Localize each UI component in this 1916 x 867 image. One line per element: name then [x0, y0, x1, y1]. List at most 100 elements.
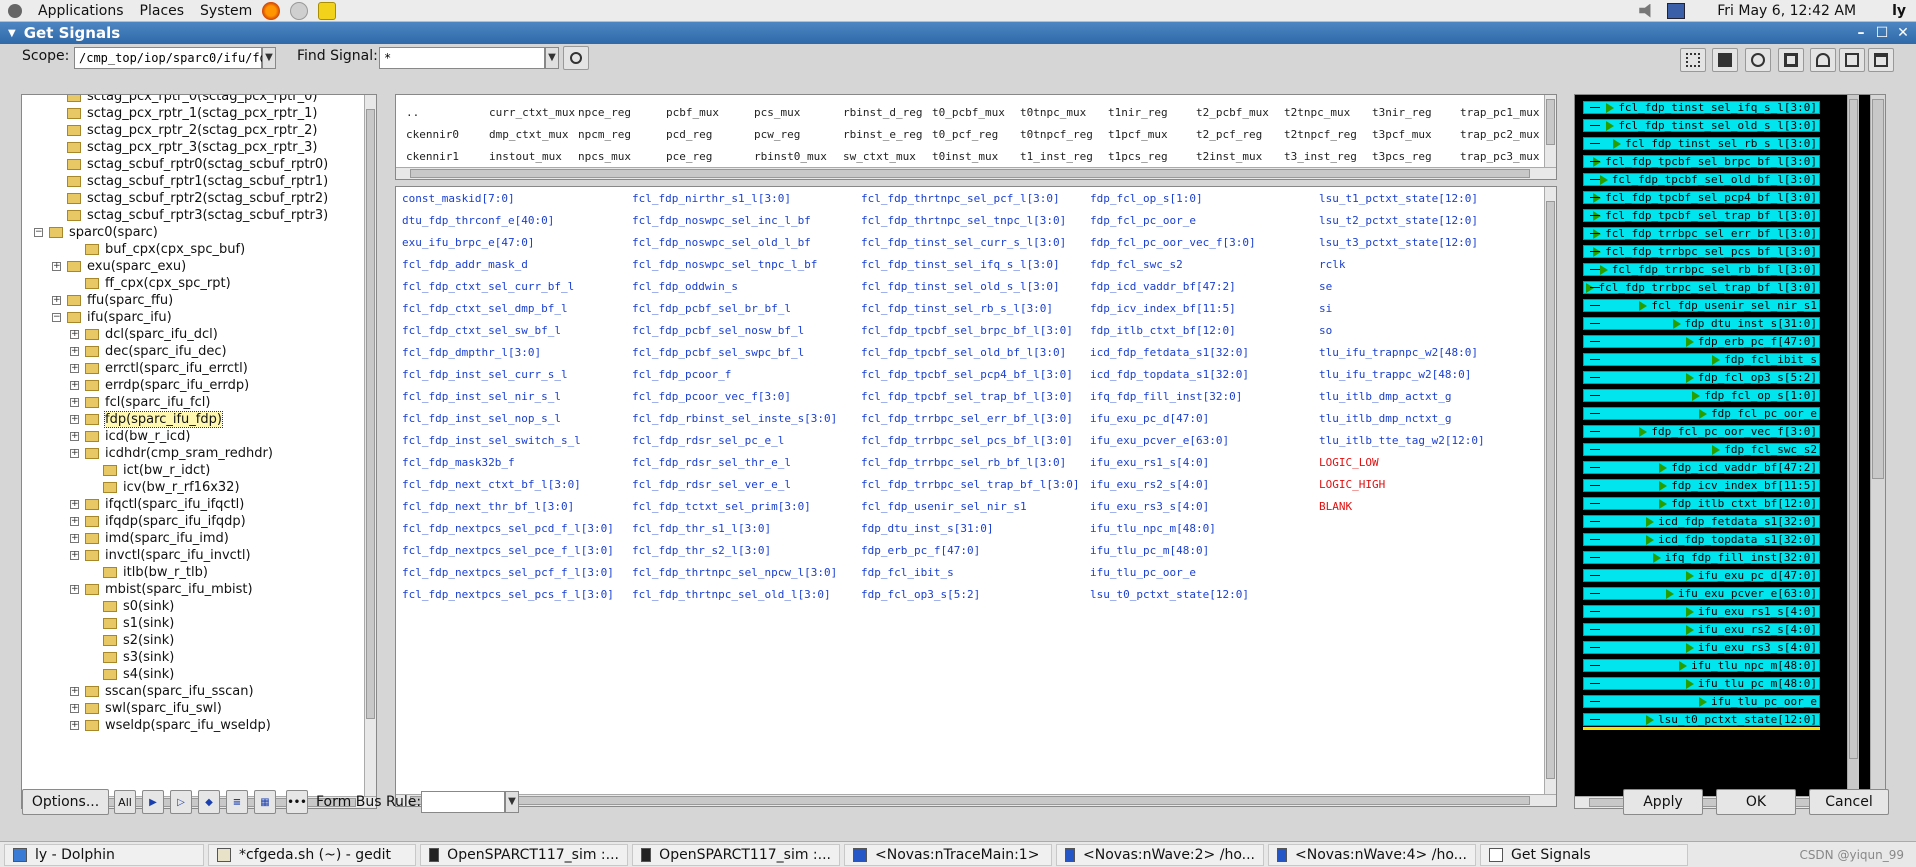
signal-item[interactable]: tlu_itlb_dmp_nctxt_g [1319, 412, 1451, 425]
tree-node-label[interactable]: errctl(sparc_ifu_errctl) [105, 361, 248, 376]
menu-places[interactable]: Places [140, 3, 185, 19]
instance-item[interactable]: trap_pc1_mux [1460, 106, 1539, 119]
hierarchy-tree[interactable]: sctag_pcx_rptr_0(sctag_pcx_rptr_0) sctag_… [21, 94, 377, 809]
signal-item[interactable]: fcl_fdp_noswpc_sel_inc_l_bf [632, 214, 811, 227]
signal-item[interactable]: ifu_tlu_pc_oor_e [1090, 566, 1196, 579]
instance-item[interactable]: sw_ctxt_mux [843, 150, 916, 163]
signal-item[interactable]: fcl_fdp_ctxt_sel_sw_bf_l [402, 324, 561, 337]
signal-item[interactable]: fcl_fdp_nextpcs_sel_pce_f_l[3:0] [402, 544, 614, 557]
instance-item[interactable]: t2tnpc_mux [1284, 106, 1350, 119]
instance-vscroll-thumb[interactable] [1546, 99, 1555, 145]
instance-item[interactable]: npce_reg [578, 106, 631, 119]
gnome-foot-icon[interactable] [8, 3, 22, 18]
selected-signal-row[interactable]: fcl_fdp_trrbpc_sel_err_bf_l[3:0] [1583, 227, 1820, 240]
network-status-icon[interactable] [1667, 2, 1686, 19]
tree-node-label[interactable]: fdp(sparc_ifu_fdp) [104, 411, 223, 428]
network-icon[interactable] [290, 1, 309, 20]
signal-item[interactable]: ifu_exu_pcver_e[63:0] [1090, 434, 1229, 447]
find-button[interactable] [563, 46, 589, 70]
signal-item[interactable]: fcl_fdp_nextpcs_sel_pcd_f_l[3:0] [402, 522, 614, 535]
signal-item[interactable]: fcl_fdp_rbinst_sel_inste_s[3:0] [632, 412, 837, 425]
tree-node-label[interactable]: mbist(sparc_ifu_mbist) [105, 582, 253, 597]
toolbar-button-3[interactable] [1745, 48, 1771, 72]
tree-node[interactable]: + errdp(sparc_ifu_errdp) [70, 377, 249, 394]
taskbar-item[interactable]: OpenSPARCT117_sim :... [632, 843, 840, 866]
expand-icon[interactable]: + [70, 500, 79, 509]
firefox-icon[interactable] [262, 1, 281, 20]
tree-node[interactable]: + ifqdp(sparc_ifu_ifqdp) [70, 513, 246, 530]
selected-signal-row[interactable]: fdp_fcl_op3_s[5:2] [1583, 371, 1820, 384]
selected-signal-row[interactable]: ifu_tlu_pc_oor_e [1583, 695, 1820, 708]
selected-signal-row[interactable]: fdp_erb_pc_f[47:0] [1583, 335, 1820, 348]
selected-signal-row[interactable]: fcl_fdp_trrbpc_sel_pcs_bf_l[3:0] [1583, 245, 1820, 258]
instance-hscroll-thumb[interactable] [410, 169, 1530, 178]
signal-item[interactable]: fcl_fdp_trrbpc_sel_trap_bf_l[3:0] [861, 478, 1080, 491]
expand-icon[interactable]: + [70, 415, 79, 424]
expand-icon[interactable]: + [70, 551, 79, 560]
selected-signal-row[interactable]: fdp_fcl_op_s[1:0] [1583, 389, 1820, 402]
expand-icon[interactable]: + [70, 381, 79, 390]
tree-node[interactable]: s0(sink) [88, 598, 174, 615]
signal-item[interactable]: ifu_exu_pc_d[47:0] [1090, 412, 1209, 425]
selected-signal-row[interactable]: fcl_fdp_tpcbf_sel_brpc_bf_l[3:0] [1583, 155, 1820, 168]
instance-item[interactable]: t1nir_reg [1108, 106, 1168, 119]
selected-signal-row[interactable]: fcl_fdp_tinst_sel_ifq_s_l[3:0] [1583, 101, 1820, 114]
all-button[interactable]: All [114, 790, 136, 814]
signal-item[interactable]: fcl_fdp_tinst_sel_ifq_s_l[3:0] [861, 258, 1060, 271]
taskbar-item[interactable]: <Novas:nWave:4> /ho... [1268, 843, 1476, 866]
selected-signal-row[interactable]: ifu_exu_rs2_s[4:0] [1583, 623, 1820, 636]
instance-item[interactable]: t2_pcbf_mux [1196, 106, 1269, 119]
signal-item[interactable]: fcl_fdp_thr_s2_l[3:0] [632, 544, 771, 557]
tree-node-label[interactable]: sctag_pcx_rptr_3(sctag_pcx_rptr_3) [87, 140, 317, 155]
toolbar-button-4[interactable] [1778, 48, 1804, 72]
taskbar-item[interactable]: <Novas:nWave:2> /ho... [1056, 843, 1264, 866]
signal-item[interactable]: LOGIC_HIGH [1319, 478, 1385, 491]
tree-node[interactable]: + ifqctl(sparc_ifu_ifqctl) [70, 496, 244, 513]
preview-vertical-scrollbar[interactable] [1847, 95, 1859, 798]
tree-node-label[interactable]: invctl(sparc_ifu_invctl) [105, 548, 251, 563]
menu-system[interactable]: System [200, 3, 252, 19]
selected-signal-row[interactable]: icd_fdp_topdata_s1[32:0] [1583, 533, 1820, 546]
tree-node-label[interactable]: ffu(sparc_ffu) [87, 293, 173, 308]
signal-item[interactable]: fcl_fdp_ctxt_sel_curr_bf_l [402, 280, 574, 293]
tree-node[interactable]: sctag_scbuf_rptr3(sctag_scbuf_rptr3) [52, 207, 328, 224]
tree-node[interactable]: + fcl(sparc_ifu_fcl) [70, 394, 210, 411]
tree-node[interactable]: + dec(sparc_ifu_dec) [70, 343, 227, 360]
selected-signal-row[interactable]: icd_fdp_fetdata_s1[32:0] [1583, 515, 1820, 528]
tree-node-label[interactable]: ff_cpx(cpx_spc_rpt) [105, 276, 231, 291]
selected-signal-row[interactable]: fdp_fcl_swc_s2 [1583, 443, 1820, 456]
tree-node-label[interactable]: ifqdp(sparc_ifu_ifqdp) [105, 514, 246, 529]
instance-item[interactable]: t3nir_reg [1372, 106, 1432, 119]
signal-item[interactable]: fcl_fdp_trrbpc_sel_rb_bf_l[3:0] [861, 456, 1066, 469]
taskbar-item[interactable]: <Novas:nTraceMain:1> [844, 843, 1052, 866]
instance-item[interactable]: trap_pc3_mux [1460, 150, 1539, 163]
signal-item[interactable]: fcl_fdp_tpcbf_sel_old_bf_l[3:0] [861, 346, 1066, 359]
signal-item[interactable]: tlu_ifu_trappc_w2[48:0] [1319, 368, 1471, 381]
signal-vertical-scrollbar[interactable] [1544, 187, 1556, 796]
instance-item[interactable]: pcs_mux [754, 106, 800, 119]
output-port-button[interactable]: ▷ [170, 790, 192, 814]
instance-vertical-scrollbar[interactable] [1544, 95, 1556, 169]
signal-item[interactable]: fdp_fcl_pc_oor_vec_f[3:0] [1090, 236, 1256, 249]
tree-node-label[interactable]: buf_cpx(cpx_spc_buf) [105, 242, 245, 257]
selected-signal-row[interactable]: fcl_fdp_trrbpc_sel_trap_bf_l[3:0] [1583, 281, 1820, 294]
signal-item[interactable]: fcl_fdp_pcbf_sel_nosw_bf_l [632, 324, 804, 337]
preview-outer-scrollbar[interactable] [1870, 95, 1885, 808]
notes-icon[interactable] [318, 1, 337, 20]
signal-item[interactable]: fcl_fdp_pcoor_vec_f[3:0] [632, 390, 791, 403]
signal-item[interactable]: fcl_fdp_addr_mask_d [402, 258, 528, 271]
tree-node-label[interactable]: icv(bw_r_rf16x32) [123, 480, 240, 495]
tree-node[interactable]: + swl(sparc_ifu_swl) [70, 700, 222, 717]
signal-item[interactable]: fcl_fdp_rdsr_sel_thr_e_l [632, 456, 791, 469]
selected-signal-row[interactable]: fcl_fdp_tpcbf_sel_trap_bf_l[3:0] [1583, 209, 1820, 222]
tree-node-label[interactable]: sctag_pcx_rptr_0(sctag_pcx_rptr_0) [87, 95, 317, 104]
scope-dropdown-button[interactable]: ▼ [262, 47, 276, 69]
tree-node-label[interactable]: wseldp(sparc_ifu_wseldp) [105, 718, 271, 733]
net-button[interactable]: ≡ [226, 790, 248, 814]
instance-item[interactable]: t1pcf_mux [1108, 128, 1168, 141]
signal-item[interactable]: fcl_fdp_inst_sel_nop_s_l [402, 412, 561, 425]
signal-item[interactable]: fcl_fdp_tctxt_sel_prim[3:0] [632, 500, 811, 513]
tree-node-label[interactable]: icdhdr(cmp_sram_redhdr) [105, 446, 273, 461]
instance-horizontal-scrollbar[interactable] [396, 167, 1556, 179]
tree-node-label[interactable]: s2(sink) [123, 633, 174, 648]
